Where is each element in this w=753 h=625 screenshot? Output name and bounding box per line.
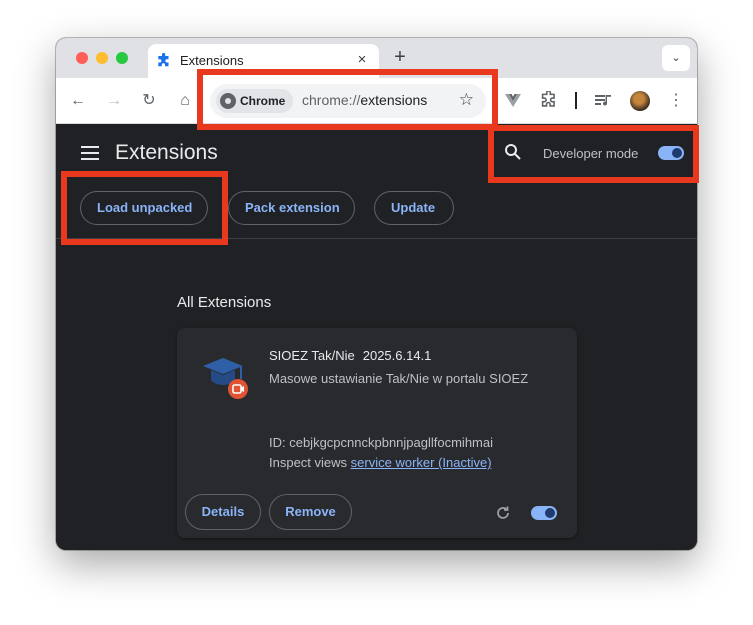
tab-close-icon[interactable]: × bbox=[353, 51, 371, 68]
home-button[interactable]: ⌂ bbox=[174, 90, 196, 112]
graduation-cap-icon bbox=[203, 358, 248, 399]
highlight-developer-mode bbox=[488, 125, 699, 183]
tab-search-button[interactable]: ⌄ bbox=[662, 45, 690, 71]
close-window-button[interactable] bbox=[76, 52, 88, 64]
extension-card: SIOEZ Tak/Nie 2025.6.14.1 Masowe ustawian… bbox=[177, 328, 577, 538]
pack-extension-button[interactable]: Pack extension bbox=[228, 191, 355, 225]
extensions-puzzle-icon[interactable] bbox=[540, 91, 558, 109]
details-button[interactable]: Details bbox=[185, 494, 261, 530]
extension-description: Masowe ustawianie Tak/Nie w portalu SIOE… bbox=[269, 371, 529, 386]
new-tab-button[interactable]: + bbox=[390, 46, 410, 68]
extension-name-text: SIOEZ Tak/Nie bbox=[269, 348, 355, 363]
forward-button[interactable]: → bbox=[103, 90, 125, 112]
hamburger-menu-icon[interactable] bbox=[81, 146, 99, 160]
page-title: Extensions bbox=[115, 141, 218, 164]
service-worker-link[interactable]: service worker (Inactive) bbox=[351, 455, 492, 470]
maximize-window-button[interactable] bbox=[116, 52, 128, 64]
extension-name: SIOEZ Tak/Nie 2025.6.14.1 bbox=[269, 348, 431, 363]
inspect-views: Inspect views service worker (Inactive) bbox=[269, 455, 492, 470]
extension-version: 2025.6.14.1 bbox=[362, 348, 432, 363]
more-menu-icon[interactable]: ⋮ bbox=[668, 90, 684, 112]
media-controls-icon[interactable] bbox=[594, 92, 612, 110]
puzzle-icon bbox=[158, 53, 169, 67]
highlight-address-bar bbox=[197, 69, 498, 130]
reload-extension-icon[interactable] bbox=[495, 505, 511, 521]
back-button[interactable]: ← bbox=[67, 90, 89, 112]
update-button[interactable]: Update bbox=[374, 191, 454, 225]
tab-title: Extensions bbox=[180, 53, 244, 68]
remove-button[interactable]: Remove bbox=[269, 494, 352, 530]
section-title: All Extensions bbox=[177, 294, 272, 311]
extension-enabled-toggle[interactable] bbox=[531, 506, 557, 520]
toolbar-divider bbox=[575, 92, 577, 109]
highlight-load-unpacked bbox=[61, 171, 228, 245]
profile-avatar[interactable] bbox=[630, 91, 650, 111]
inspect-label: Inspect views bbox=[269, 455, 348, 470]
reload-button[interactable]: ↻ bbox=[138, 90, 160, 112]
vue-devtools-icon[interactable] bbox=[504, 91, 522, 109]
extension-id: ID: cebjkgcpcnnckpbnnjpagllfocmihmai bbox=[269, 435, 494, 450]
minimize-window-button[interactable] bbox=[96, 52, 108, 64]
